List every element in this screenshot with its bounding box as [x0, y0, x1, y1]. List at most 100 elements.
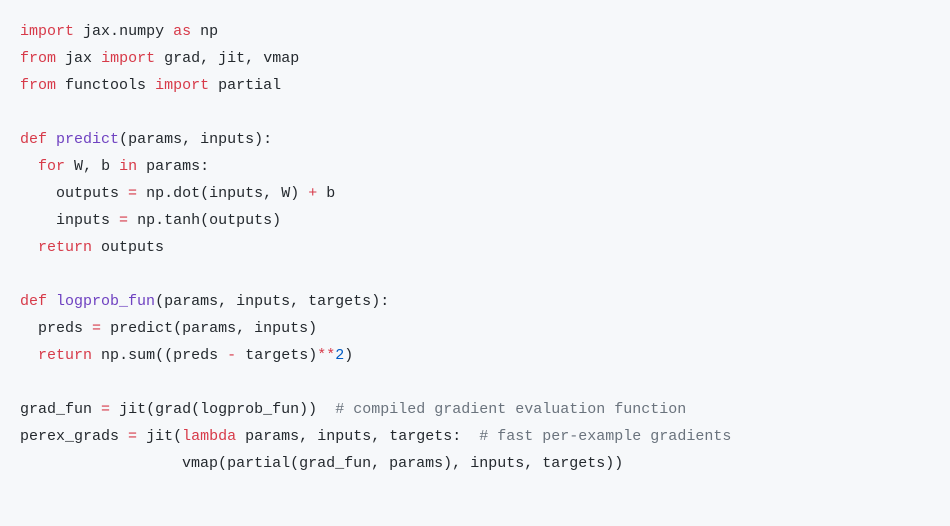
lparen: (	[155, 293, 164, 310]
keyword-from: from	[20, 77, 56, 94]
var-b: b	[101, 158, 110, 175]
comma: ,	[524, 455, 533, 472]
op-minus: -	[227, 347, 236, 364]
var-preds: preds	[173, 347, 218, 364]
op-assign: =	[119, 212, 128, 229]
rparen: )	[290, 185, 299, 202]
code-line-5: def predict(params, inputs):	[20, 131, 272, 148]
var-W: W	[74, 158, 83, 175]
call-vmap: vmap	[182, 455, 218, 472]
code-line-13: return np.sum((preds - targets)**2)	[20, 347, 353, 364]
lparen: (	[173, 320, 182, 337]
comma: ,	[182, 131, 191, 148]
rparen: )	[443, 455, 452, 472]
lparen: (	[290, 455, 299, 472]
param-params: params	[245, 428, 299, 445]
name-jit: jit	[218, 50, 245, 67]
keyword-lambda: lambda	[182, 428, 236, 445]
keyword-for: for	[38, 158, 65, 175]
rparen: )	[254, 131, 263, 148]
op-assign: =	[101, 401, 110, 418]
arg-inputs: inputs	[209, 185, 263, 202]
keyword-in: in	[119, 158, 137, 175]
alias-np: np	[200, 23, 218, 40]
comma: ,	[299, 428, 308, 445]
code-line-8: inputs = np.tanh(outputs)	[20, 212, 281, 229]
code-line-17: vmap(partial(grad_fun, params), inputs, …	[20, 455, 623, 472]
op-assign: =	[128, 428, 137, 445]
comma: ,	[371, 455, 380, 472]
rparen: )	[308, 320, 317, 337]
code-line-2: from jax import grad, jit, vmap	[20, 50, 299, 67]
ret-outputs: outputs	[101, 239, 164, 256]
module-jax: jax	[83, 23, 110, 40]
comma: ,	[371, 428, 380, 445]
param-targets: targets	[389, 428, 452, 445]
rparen: )	[605, 455, 614, 472]
attr-sum: sum	[128, 347, 155, 364]
code-line-7: outputs = np.dot(inputs, W) + b	[20, 185, 335, 202]
keyword-import: import	[20, 23, 74, 40]
comma: ,	[263, 185, 272, 202]
var-b: b	[326, 185, 335, 202]
lparen: (	[155, 347, 164, 364]
comma: ,	[218, 293, 227, 310]
op-plus: +	[308, 185, 317, 202]
rparen: )	[299, 401, 308, 418]
param-targets: targets	[308, 293, 371, 310]
attr-tanh: tanh	[164, 212, 200, 229]
param-inputs: inputs	[200, 131, 254, 148]
code-block: import jax.numpy as np from jax import g…	[0, 0, 950, 495]
comment: # compiled gradient evaluation function	[335, 401, 686, 418]
name-vmap: vmap	[263, 50, 299, 67]
colon: :	[200, 158, 209, 175]
code-line-12: preds = predict(params, inputs)	[20, 320, 317, 337]
arg-grad-fun: grad_fun	[299, 455, 371, 472]
call-jit: jit	[119, 401, 146, 418]
module-jax: jax	[65, 50, 92, 67]
dot: .	[164, 185, 173, 202]
lparen: (	[146, 401, 155, 418]
var-targets: targets	[245, 347, 308, 364]
var-perex-grads: perex_grads	[20, 428, 119, 445]
rparen: )	[344, 347, 353, 364]
arg-inputs: inputs	[254, 320, 308, 337]
rparen: )	[614, 455, 623, 472]
module-functools: functools	[65, 77, 146, 94]
arg-params: params	[389, 455, 443, 472]
rparen: )	[272, 212, 281, 229]
rparen: )	[308, 347, 317, 364]
iter-params: params	[146, 158, 200, 175]
op-pow: **	[317, 347, 335, 364]
name-np: np	[137, 212, 155, 229]
name-partial: partial	[218, 77, 281, 94]
code-line-6: for W, b in params:	[20, 158, 209, 175]
op-assign: =	[92, 320, 101, 337]
def-predict: predict	[56, 131, 119, 148]
colon: :	[452, 428, 461, 445]
keyword-from: from	[20, 50, 56, 67]
comma: ,	[290, 293, 299, 310]
code-line-1: import jax.numpy as np	[20, 23, 218, 40]
comma: ,	[245, 50, 254, 67]
arg-outputs: outputs	[209, 212, 272, 229]
code-line-11: def logprob_fun(params, inputs, targets)…	[20, 293, 389, 310]
keyword-return: return	[38, 239, 92, 256]
keyword-import: import	[101, 50, 155, 67]
lparen: (	[164, 347, 173, 364]
arg-inputs: inputs	[470, 455, 524, 472]
comma: ,	[236, 320, 245, 337]
var-outputs: outputs	[56, 185, 119, 202]
param-inputs: inputs	[317, 428, 371, 445]
var-inputs: inputs	[56, 212, 110, 229]
arg-W: W	[281, 185, 290, 202]
arg-targets: targets	[542, 455, 605, 472]
lparen: (	[200, 185, 209, 202]
keyword-return: return	[38, 347, 92, 364]
comment: # fast per-example gradients	[479, 428, 731, 445]
lparen: (	[218, 455, 227, 472]
call-predict: predict	[110, 320, 173, 337]
lparen: (	[191, 401, 200, 418]
module-numpy: numpy	[119, 23, 164, 40]
arg-logprob-fun: logprob_fun	[200, 401, 299, 418]
